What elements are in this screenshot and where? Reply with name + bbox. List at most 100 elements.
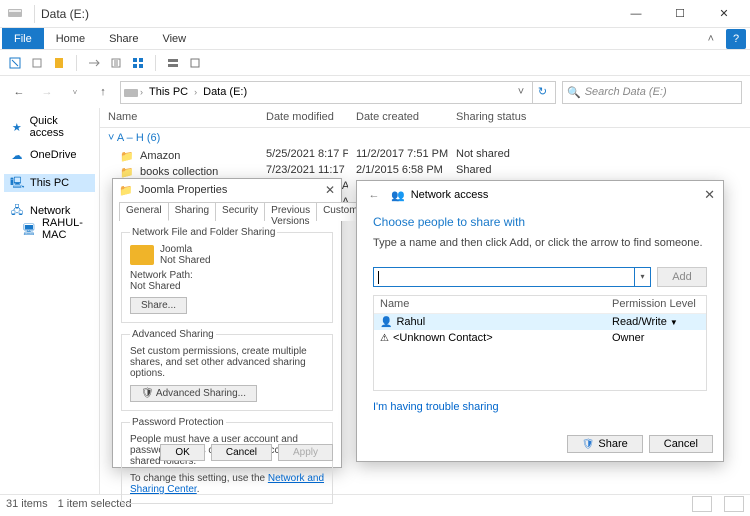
dialog-title: Network access [411, 189, 489, 201]
apply-button[interactable]: Apply [278, 444, 333, 461]
column-name-header[interactable]: Name [374, 296, 606, 313]
up-button[interactable]: ↑ [92, 81, 114, 103]
maximize-button[interactable]: ☐ [658, 0, 702, 28]
trouble-sharing-link[interactable]: I'm having trouble sharing [373, 401, 707, 413]
group-header[interactable]: ˅ A – H (6) [100, 128, 750, 148]
tab-general[interactable]: General [119, 202, 169, 221]
breadcrumb[interactable]: This PC [145, 86, 192, 98]
quick-access-toolbar [0, 50, 750, 76]
sidebar-item-rahul-mac[interactable]: 🖥 RAHUL-MAC [4, 220, 95, 238]
sidebar-item-this-pc[interactable]: 🖳 This PC [4, 174, 95, 192]
pin-icon[interactable] [6, 54, 24, 72]
breadcrumb[interactable]: Data (E:) [199, 86, 251, 98]
select-all-icon[interactable] [129, 54, 147, 72]
search-input[interactable]: 🔍 Search Data (E:) [562, 81, 742, 104]
file-sharing: Not shared [448, 148, 548, 164]
file-created: 11/2/2017 7:51 PM [348, 148, 448, 164]
cancel-button[interactable]: Cancel [649, 435, 713, 453]
file-name: Amazon [140, 150, 180, 162]
close-button[interactable]: ✕ [702, 0, 746, 28]
tab-share[interactable]: Share [97, 28, 150, 49]
column-name-header[interactable]: Name [100, 108, 258, 127]
advanced-sharing-text: Set custom permissions, create multiple … [130, 346, 324, 379]
text-cursor [378, 271, 379, 284]
share-list: Name Permission Level 👤RahulRead/Write ▼… [373, 295, 707, 391]
ok-button[interactable]: OK [160, 444, 204, 461]
tab-home[interactable]: Home [44, 28, 97, 49]
dialog-heading: Choose people to share with [373, 215, 707, 229]
paste-icon[interactable] [50, 54, 68, 72]
copy-icon[interactable] [28, 54, 46, 72]
tab-security[interactable]: Security [215, 202, 265, 221]
column-permission-header[interactable]: Permission Level [606, 296, 706, 313]
history-dropdown-icon[interactable]: ˅ [64, 81, 86, 103]
address-row: ← → ˅ ↑ › This PC › Data (E:) ˅ ↻ 🔍 Sear… [0, 76, 750, 108]
sidebar-item-onedrive[interactable]: ☁ OneDrive [4, 146, 95, 164]
tab-file[interactable]: File [2, 28, 44, 49]
view-icon[interactable] [164, 54, 182, 72]
forward-button[interactable]: → [36, 81, 58, 103]
folder-name: Joomla [160, 244, 211, 255]
move-icon[interactable] [85, 54, 103, 72]
column-created-header[interactable]: Date created [348, 108, 448, 127]
network-icon: 🖧 [10, 202, 24, 221]
warning-icon: ⚠ [380, 333, 389, 344]
tab-view[interactable]: View [150, 28, 198, 49]
chevron-right-icon[interactable]: › [140, 87, 143, 97]
refresh-button[interactable]: ↻ [532, 82, 552, 103]
chevron-down-icon[interactable]: ▾ [634, 268, 650, 286]
computer-icon: 🖳 [10, 174, 24, 193]
entry-name: 👤Rahul [374, 316, 606, 328]
column-modified-header[interactable]: Date modified [258, 108, 348, 127]
drive-icon [8, 7, 22, 18]
sidebar: ★ Quick access ☁ OneDrive 🖳 This PC 🖧 Ne… [0, 108, 100, 494]
address-bar[interactable]: › This PC › Data (E:) ˅ ↻ [120, 81, 556, 104]
help-button[interactable]: ? [726, 29, 746, 49]
group-heading: Advanced Sharing [130, 329, 216, 340]
close-button[interactable]: ✕ [704, 187, 715, 203]
close-button[interactable]: ✕ [325, 183, 335, 197]
properties-dialog: 📁 Joomla Properties ✕ General Sharing Se… [112, 178, 342, 468]
share-button[interactable]: 🛡Share [567, 435, 643, 453]
cancel-button[interactable]: Cancel [211, 444, 272, 461]
address-dropdown-icon[interactable]: ˅ [512, 86, 530, 98]
sidebar-item-quick-access[interactable]: ★ Quick access [4, 118, 95, 136]
search-placeholder: Search Data (E:) [585, 86, 667, 98]
network-file-sharing-group: Network File and Folder Sharing Joomla N… [121, 227, 333, 323]
share-button[interactable]: Share... [130, 297, 187, 314]
folder-icon: 📁 [120, 150, 134, 163]
chevron-right-icon[interactable]: › [194, 87, 197, 97]
entry-permission[interactable]: Read/Write ▼ [606, 316, 706, 328]
sidebar-item-label: Quick access [30, 115, 93, 139]
back-button[interactable]: ← [8, 81, 30, 103]
column-headers: Name Date modified Date created Sharing … [100, 108, 750, 128]
add-button[interactable]: Add [657, 267, 707, 287]
ribbon-tabs: File Home Share View ˄ ? [0, 28, 750, 50]
properties-icon[interactable] [107, 54, 125, 72]
dialog-title-bar[interactable]: 📁 Joomla Properties ✕ [113, 179, 341, 201]
table-row[interactable]: 📁Amazon5/25/2021 8:17 PM11/2/2017 7:51 P… [100, 148, 750, 164]
list-item[interactable]: ⚠<Unknown Contact>Owner [374, 330, 706, 346]
dialog-header[interactable]: ← 👥 Network access ✕ [357, 181, 723, 209]
view-icon-2[interactable] [186, 54, 204, 72]
password-text-2: To change this setting, use the Network … [130, 473, 324, 495]
folder-icon: 📁 [119, 184, 133, 197]
network-share-icon: 👥 [391, 189, 405, 202]
folder-icon: 📁 [120, 166, 134, 179]
tab-previous-versions[interactable]: Previous Versions [264, 202, 317, 221]
column-sharing-header[interactable]: Sharing status [448, 108, 548, 127]
tab-sharing[interactable]: Sharing [168, 202, 216, 221]
people-combobox[interactable]: ▾ [373, 267, 651, 287]
ribbon-collapse-icon[interactable]: ˄ [700, 28, 722, 49]
drive-icon [124, 87, 138, 98]
minimize-button[interactable]: — [614, 0, 658, 28]
entry-permission[interactable]: Owner [606, 332, 706, 344]
list-header: Name Permission Level [374, 296, 706, 314]
network-path-label: Network Path: [130, 270, 324, 281]
list-item[interactable]: 👤RahulRead/Write ▼ [374, 314, 706, 330]
back-button[interactable]: ← [365, 186, 383, 204]
details-view-button[interactable] [692, 496, 712, 512]
icons-view-button[interactable] [724, 496, 744, 512]
advanced-sharing-button[interactable]: 🛡 Advanced Sharing... [130, 385, 257, 402]
window-title: Data (E:) [41, 7, 89, 21]
